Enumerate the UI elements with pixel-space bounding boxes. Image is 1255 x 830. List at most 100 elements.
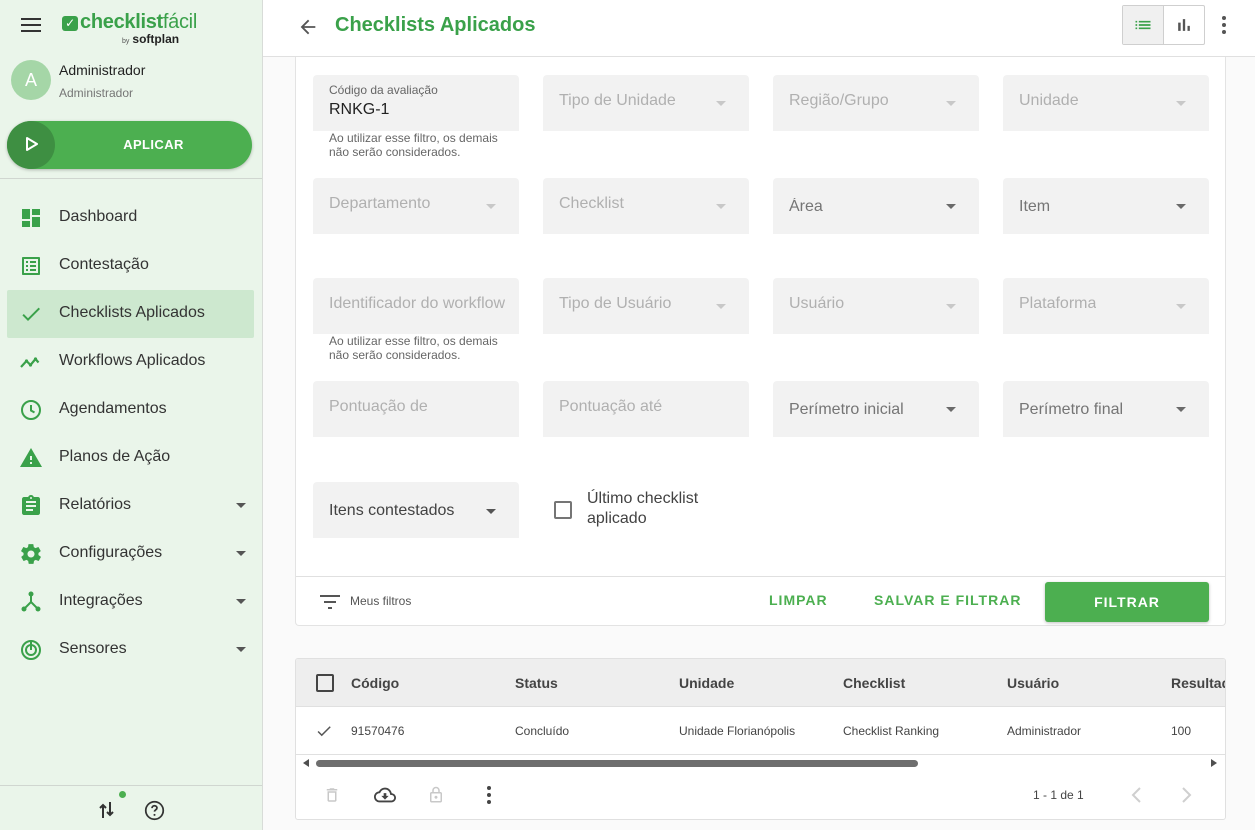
dropdown-arrow-icon bbox=[486, 509, 496, 514]
pontuacao-ate-label: Pontuação até bbox=[559, 398, 663, 415]
itens-contestados-label: Itens contestados bbox=[329, 502, 455, 519]
perimetro-final-select[interactable]: Perímetro final bbox=[1003, 381, 1209, 437]
sidebar-item-workflows-aplicados[interactable]: Workflows Aplicados bbox=[7, 338, 254, 386]
user-role: Administrador bbox=[59, 86, 134, 100]
column-header-unidade[interactable]: Unidade bbox=[679, 675, 734, 691]
ultimo-checklist-checkbox[interactable] bbox=[554, 501, 572, 519]
horizontal-scrollbar[interactable] bbox=[296, 756, 1225, 770]
sidebar-nav: Dashboard Contestação Checklists Aplicad… bbox=[7, 194, 254, 674]
plataforma-select[interactable]: Plataforma bbox=[1003, 278, 1209, 334]
sensor-icon bbox=[21, 640, 41, 660]
dropdown-arrow-icon bbox=[716, 101, 726, 106]
avatar[interactable]: A bbox=[11, 60, 51, 100]
sidebar-item-sensores[interactable]: Sensores bbox=[7, 626, 254, 674]
tipo-unidade-select[interactable]: Tipo de Unidade bbox=[543, 75, 749, 131]
list-view-button[interactable] bbox=[1123, 6, 1164, 44]
sidebar-topbar: ✓ checklistfácil by softplan bbox=[0, 0, 262, 52]
perimetro-inicial-select[interactable]: Perímetro inicial bbox=[773, 381, 979, 437]
usuario-select[interactable]: Usuário bbox=[773, 278, 979, 334]
item-label: Item bbox=[1019, 198, 1051, 215]
tipo-usuario-select[interactable]: Tipo de Usuário bbox=[543, 278, 749, 334]
column-header-resultado[interactable]: Resultado bbox=[1171, 675, 1225, 691]
cell-unidade: Unidade Florianópolis bbox=[679, 724, 796, 738]
dropdown-arrow-icon bbox=[716, 304, 726, 309]
checklist-select[interactable]: Checklist bbox=[543, 178, 749, 234]
sidebar-item-label: Checklists Aplicados bbox=[59, 304, 205, 321]
scrollbar-thumb[interactable] bbox=[316, 760, 918, 767]
departamento-label: Departamento bbox=[329, 195, 431, 212]
filter-panel: Código da avaliação RNKG-1 Ao utilizar e… bbox=[295, 57, 1226, 626]
sidebar-item-integracoes[interactable]: Integrações bbox=[7, 578, 254, 626]
help-icon[interactable] bbox=[144, 800, 165, 821]
pagination-info: 1 - 1 de 1 bbox=[1033, 788, 1084, 802]
save-and-filter-button[interactable]: SALVAR E FILTRAR bbox=[874, 592, 1021, 608]
sidebar-item-configuracoes[interactable]: Configurações bbox=[7, 530, 254, 578]
filter-button[interactable]: FILTRAR bbox=[1045, 582, 1209, 622]
column-header-checklist[interactable]: Checklist bbox=[843, 675, 905, 691]
cell-checklist: Checklist Ranking bbox=[843, 724, 940, 738]
regiao-grupo-select[interactable]: Região/Grupo bbox=[773, 75, 979, 131]
check-icon[interactable] bbox=[314, 722, 334, 740]
sidebar-item-planos-de-acao[interactable]: Planos de Ação bbox=[7, 434, 254, 482]
pontuacao-ate-field[interactable]: Pontuação até bbox=[543, 381, 749, 437]
clear-button[interactable]: LIMPAR bbox=[769, 592, 828, 608]
sidebar-item-label: Configurações bbox=[59, 544, 163, 561]
cloud-download-icon[interactable] bbox=[372, 784, 398, 806]
chevron-down-icon bbox=[236, 599, 246, 604]
sidebar-item-label: Dashboard bbox=[59, 208, 138, 225]
workflow-hint: Ao utilizar esse filtro, os demais não s… bbox=[329, 334, 498, 362]
sidebar-divider bbox=[0, 178, 262, 179]
chevron-down-icon bbox=[236, 647, 246, 652]
page-title: Checklists Aplicados bbox=[335, 14, 536, 36]
table-header: Código Status Unidade Checklist Usuário … bbox=[296, 659, 1225, 707]
sidebar-item-relatorios[interactable]: Relatórios bbox=[7, 482, 254, 530]
sidebar-item-label: Integrações bbox=[59, 592, 143, 609]
perimetro-inicial-label: Perímetro inicial bbox=[789, 401, 904, 418]
usuario-label: Usuário bbox=[789, 295, 845, 312]
item-select[interactable]: Item bbox=[1003, 178, 1209, 234]
table-row[interactable]: 91570476 Concluído Unidade Florianópolis… bbox=[296, 707, 1225, 755]
delete-icon[interactable] bbox=[323, 784, 341, 806]
my-filters-label: Meus filtros bbox=[350, 594, 412, 608]
ultimo-checklist-label: Último checklist aplicado bbox=[587, 490, 699, 527]
area-label: Área bbox=[789, 198, 823, 215]
check-icon bbox=[22, 307, 40, 321]
trending-icon bbox=[20, 357, 40, 368]
chevron-left-icon[interactable] bbox=[1130, 785, 1144, 805]
column-header-status[interactable]: Status bbox=[515, 675, 558, 691]
unidade-select[interactable]: Unidade bbox=[1003, 75, 1209, 131]
sidebar-item-label: Contestação bbox=[59, 256, 149, 273]
sidebar-item-contestacao[interactable]: Contestação bbox=[7, 242, 254, 290]
arrow-back-icon[interactable] bbox=[297, 16, 319, 38]
user-profile: A Administrador Administrador bbox=[11, 60, 251, 102]
select-all-checkbox[interactable] bbox=[316, 674, 334, 692]
logo: ✓ checklistfácil by softplan bbox=[62, 11, 197, 46]
sidebar-item-checklists-aplicados[interactable]: Checklists Aplicados bbox=[7, 290, 254, 338]
sidebar-item-agendamentos[interactable]: Agendamentos bbox=[7, 386, 254, 434]
cell-usuario: Administrador bbox=[1007, 724, 1082, 738]
my-filters-button[interactable]: Meus filtros bbox=[320, 594, 411, 615]
chevron-right-icon[interactable] bbox=[1179, 785, 1193, 805]
pontuacao-de-field[interactable]: Pontuação de bbox=[313, 381, 519, 437]
workflow-id-field[interactable]: Identificador do workflow bbox=[313, 278, 519, 334]
dropdown-arrow-icon bbox=[1176, 204, 1186, 209]
itens-contestados-select[interactable]: Itens contestados bbox=[313, 482, 519, 538]
scroll-right-arrow[interactable] bbox=[1211, 759, 1217, 767]
scroll-left-arrow[interactable] bbox=[303, 759, 309, 767]
codigo-avaliacao-field[interactable]: Código da avaliação RNKG-1 bbox=[313, 75, 519, 131]
apply-button[interactable]: APLICAR bbox=[7, 121, 252, 169]
dropdown-arrow-icon bbox=[946, 101, 956, 106]
more-vert-icon[interactable] bbox=[486, 785, 492, 805]
lock-icon[interactable] bbox=[427, 784, 445, 806]
sidebar-item-dashboard[interactable]: Dashboard bbox=[7, 194, 254, 242]
column-header-usuario[interactable]: Usuário bbox=[1007, 675, 1059, 691]
column-header-codigo[interactable]: Código bbox=[351, 675, 399, 691]
chart-view-button[interactable] bbox=[1164, 6, 1205, 44]
sync-arrows-icon[interactable] bbox=[98, 800, 116, 820]
clipboard-icon bbox=[22, 495, 40, 515]
more-vert-icon[interactable] bbox=[1221, 14, 1227, 36]
area-select[interactable]: Área bbox=[773, 178, 979, 234]
departamento-select[interactable]: Departamento bbox=[313, 178, 519, 234]
checklist-label: Checklist bbox=[559, 195, 624, 212]
menu-icon[interactable] bbox=[21, 18, 41, 34]
